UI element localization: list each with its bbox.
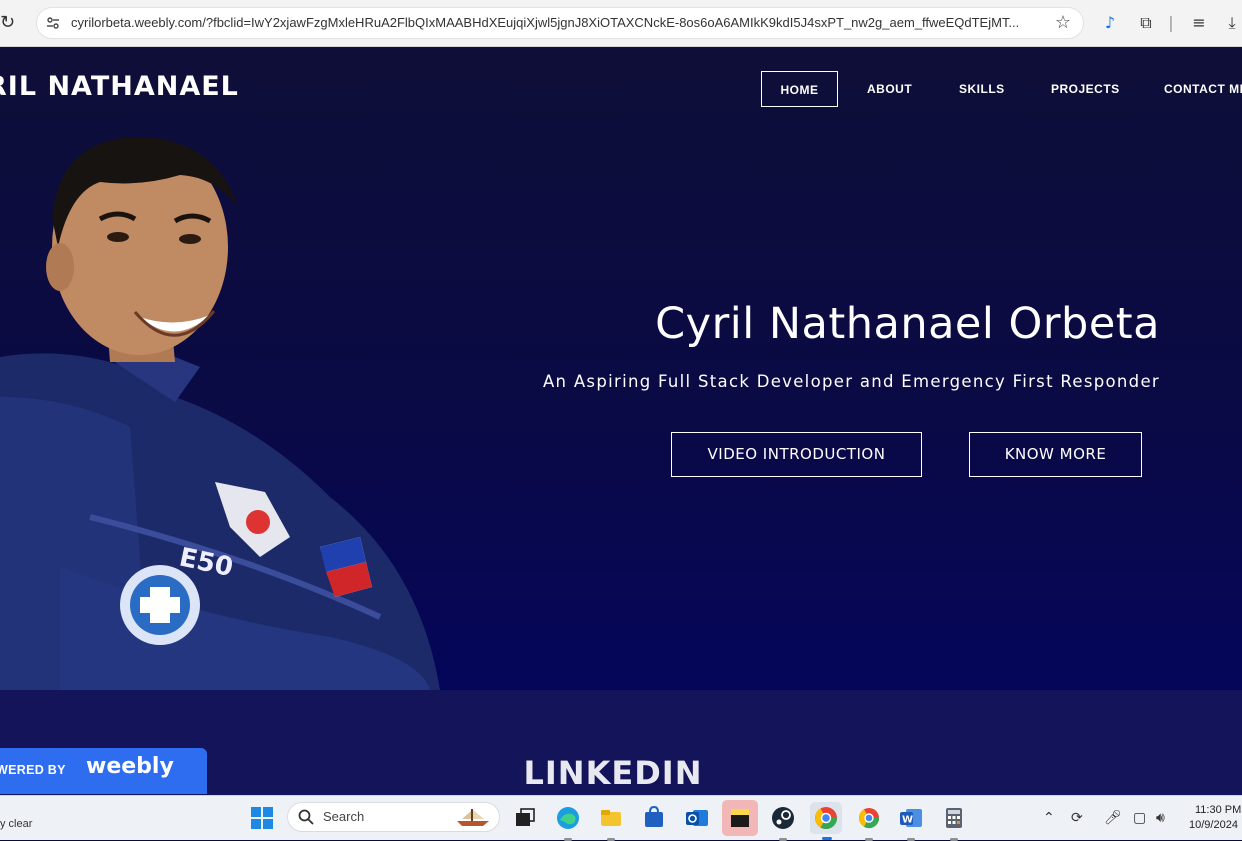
microphone-icon[interactable]: 🎤︎ <box>1104 808 1122 828</box>
sync-icon[interactable]: ⟳ <box>1071 808 1083 828</box>
chevron-up-icon[interactable]: ⌃ <box>1043 808 1055 828</box>
reload-icon[interactable]: ↻ <box>0 10 22 36</box>
search-label: Search <box>323 809 365 824</box>
url-text[interactable]: cyrilorbeta.weebly.com/?fbclid=IwY2xjawF… <box>71 8 1031 38</box>
nav-projects[interactable]: PROJECTS <box>1051 71 1120 107</box>
calculator-icon[interactable] <box>940 804 968 841</box>
browser-toolbar: ↻ cyrilorbeta.weebly.com/?fbclid=IwY2xja… <box>0 0 1242 47</box>
powered-by-weebly-badge[interactable]: WERED BY weebly <box>0 748 207 794</box>
edge-icon[interactable] <box>554 804 582 841</box>
outlook-icon[interactable] <box>683 804 711 832</box>
nav-skills[interactable]: SKILLS <box>959 71 1005 107</box>
hero-section: E50 RIL NATHANAEL HOME ABOUT SKILLS PROJ… <box>0 47 1242 690</box>
steam-icon[interactable] <box>769 804 797 841</box>
reading-list-icon[interactable]: ≡ <box>1188 12 1210 34</box>
volume-icon[interactable]: 🔊︎ <box>1156 808 1165 828</box>
file-explorer-icon[interactable] <box>597 804 625 841</box>
windows-start-icon[interactable] <box>251 807 273 829</box>
portrait-image: E50 <box>0 137 440 690</box>
video-introduction-button[interactable]: VIDEO INTRODUCTION <box>671 432 922 477</box>
taskbar: y clear Search W ⌃ ⟳ 🎤︎ ▢ 🔊︎ 11:30 PM 10… <box>0 795 1242 841</box>
chrome-alt-icon[interactable] <box>855 804 883 841</box>
site-info-icon[interactable] <box>45 15 61 31</box>
hero-tagline: An Aspiring Full Stack Developer and Eme… <box>542 372 1160 391</box>
task-view-icon[interactable] <box>511 804 539 832</box>
weather-widget[interactable]: y clear <box>0 818 32 830</box>
network-icon[interactable]: ▢ <box>1133 808 1146 828</box>
sticky-notes-icon[interactable] <box>722 800 758 836</box>
star-icon[interactable]: ☆ <box>1055 12 1071 33</box>
main-nav: HOME ABOUT SKILLS PROJECTS CONTACT ME <box>0 71 1242 109</box>
powered-by-label: WERED BY <box>0 763 66 777</box>
search-icon <box>298 809 314 825</box>
hero-name: Cyril Nathanael Orbeta <box>655 299 1160 349</box>
nav-about[interactable]: ABOUT <box>867 71 912 107</box>
extensions-icon[interactable]: ⧉ <box>1135 12 1157 34</box>
clock-time[interactable]: 11:30 PM <box>1195 804 1241 816</box>
toolbar-divider: | <box>1168 13 1174 32</box>
svg-text:W: W <box>902 815 913 826</box>
taskbar-search-input[interactable]: Search <box>287 802 500 832</box>
search-highlight-ship-icon <box>457 809 489 826</box>
download-icon[interactable]: ⤓ <box>1222 12 1242 34</box>
store-icon[interactable] <box>640 804 668 832</box>
clock-date[interactable]: 10/9/2024 <box>1189 819 1238 831</box>
weebly-logo: weebly <box>86 754 174 779</box>
know-more-button[interactable]: KNOW MORE <box>969 432 1142 477</box>
read-aloud-icon[interactable]: ♪ <box>1100 12 1120 34</box>
word-icon[interactable]: W <box>897 804 925 841</box>
address-bar[interactable]: cyrilorbeta.weebly.com/?fbclid=IwY2xjawF… <box>36 7 1084 39</box>
nav-home[interactable]: HOME <box>761 71 838 107</box>
chrome-icon[interactable] <box>810 802 842 840</box>
nav-contact[interactable]: CONTACT ME <box>1164 71 1242 107</box>
